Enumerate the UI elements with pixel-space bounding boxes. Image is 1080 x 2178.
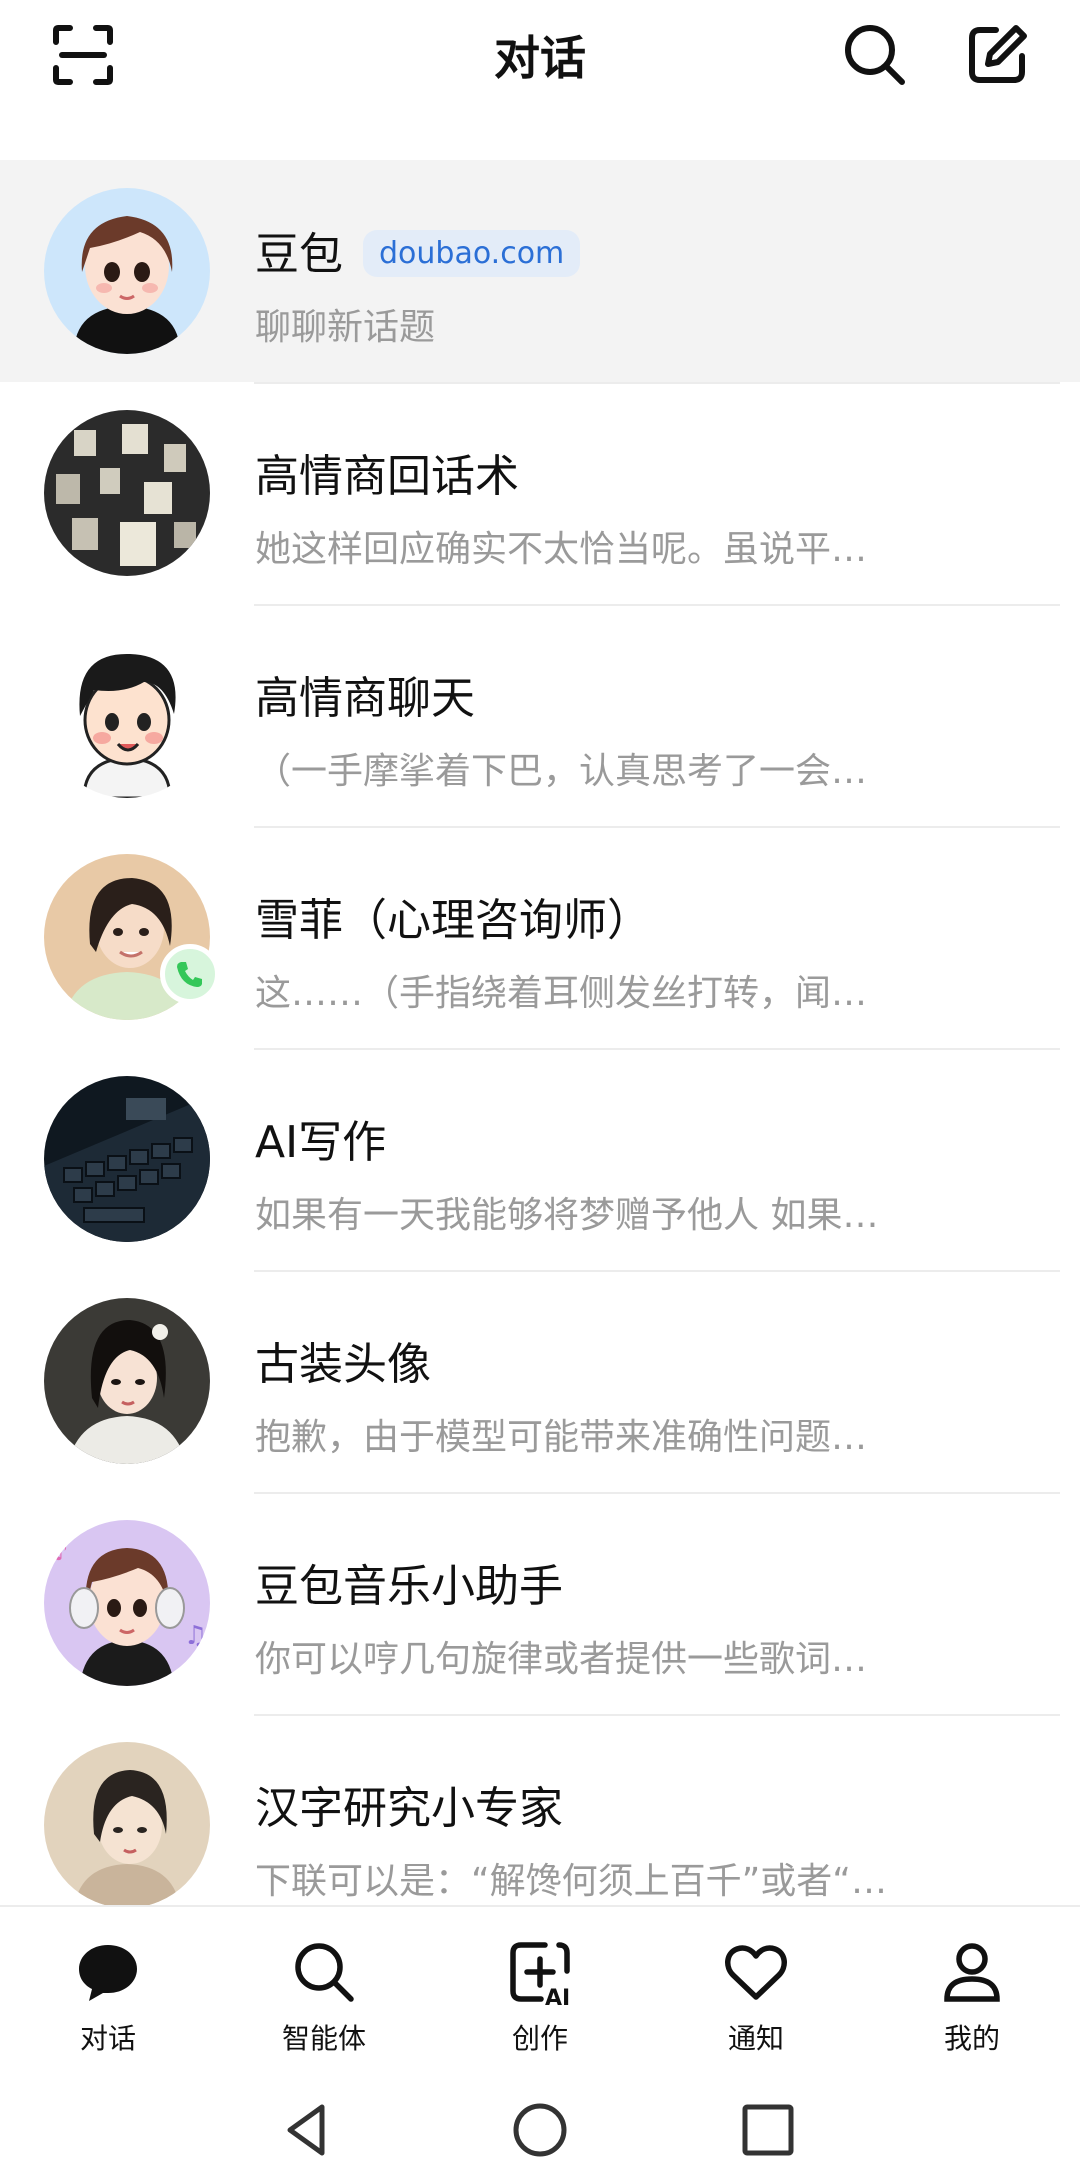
chat-name: 雪菲（心理咨询师） — [255, 895, 651, 946]
chat-list[interactable]: 豆包 doubao.com 聊聊新话题 高情商回话术 她这样回应确实不太恰当呢。虽… — [0, 160, 1080, 1905]
chat-preview: 这……（手指绕着耳侧发丝打转，闻… — [255, 973, 868, 1014]
chat-row[interactable]: ♫ ♪ 豆包音乐小助手 你可以哼几句旋律或者提供一些歌词… — [0, 1492, 1080, 1714]
voice-call-badge — [160, 944, 220, 1004]
chat-row[interactable]: AI写作 如果有一天我能够将梦赠予他人 如果… — [0, 1048, 1080, 1270]
system-nav-bar — [0, 2077, 1080, 2178]
nav-label: 智能体 — [281, 2022, 366, 2055]
nav-label: 对话 — [79, 2022, 136, 2055]
nav-tab-create[interactable]: AI 创作 — [460, 1937, 620, 2067]
chat-name-text: 豆包 — [255, 229, 343, 280]
divider — [254, 826, 1060, 828]
nav-label: 通知 — [727, 2022, 784, 2055]
chat-row-doubao[interactable]: 豆包 doubao.com 聊聊新话题 — [0, 160, 1080, 382]
chat-row[interactable]: 古装头像 抱歉，由于模型可能带来准确性问题… — [0, 1270, 1080, 1492]
divider — [254, 1048, 1060, 1050]
cartoon-boy-avatar — [44, 632, 210, 798]
nav-label: 创作 — [511, 2022, 568, 2055]
svg-text:♪: ♪ — [54, 1541, 68, 1566]
chat-name: 古装头像 — [255, 1339, 431, 1390]
chat-name: AI写作 — [255, 1117, 387, 1168]
ancient-costume-avatar — [44, 1298, 210, 1464]
divider — [254, 1270, 1060, 1272]
compose-icon[interactable] — [962, 20, 1032, 90]
doubao-girl-avatar — [44, 188, 210, 354]
painted-girl-avatar — [44, 1742, 210, 1905]
search-icon[interactable] — [840, 20, 910, 90]
lanterns-avatar — [44, 410, 210, 576]
page-title: 对话 — [494, 31, 586, 85]
chat-preview: 抱歉，由于模型可能带来准确性问题… — [255, 1417, 868, 1458]
chat-preview: 她这样回应确实不太恰当呢。虽说平… — [255, 529, 868, 570]
chat-name: 豆包 doubao.com — [255, 218, 581, 282]
profile-icon — [944, 1943, 1000, 2002]
chat-name: 高情商聊天 — [255, 673, 475, 724]
home-icon[interactable] — [505, 2095, 575, 2165]
nav-tab-notifications[interactable]: 通知 — [676, 1937, 836, 2067]
chat-row[interactable]: 高情商聊天 （一手摩挲着下巴，认真思考了一会… — [0, 604, 1080, 826]
chat-name: 豆包音乐小助手 — [255, 1561, 563, 1612]
search-icon — [295, 1943, 354, 2002]
chat-preview: 你可以哼几句旋律或者提供一些歌词… — [255, 1639, 868, 1680]
nav-tab-chats[interactable]: 对话 — [28, 1937, 188, 2067]
svg-text:AI: AI — [545, 1986, 570, 2007]
music-girl-avatar: ♫ ♪ — [44, 1520, 210, 1686]
chat-preview: 下联可以是：“解馋何须上百千”或者“… — [255, 1861, 887, 1902]
svg-text:♫: ♫ — [184, 1621, 207, 1651]
keyboard-avatar — [44, 1076, 210, 1242]
back-icon[interactable] — [272, 2095, 342, 2165]
chat-preview: 如果有一天我能够将梦赠予他人 如果… — [255, 1195, 879, 1236]
divider — [254, 1714, 1060, 1716]
domain-badge: doubao.com — [363, 230, 581, 277]
phone-icon — [177, 962, 202, 987]
nav-tab-agents[interactable]: 智能体 — [244, 1937, 404, 2067]
chat-row[interactable]: 高情商回话术 她这样回应确实不太恰当呢。虽说平… — [0, 382, 1080, 604]
chat-bubble-icon — [79, 1945, 137, 2001]
top-bar: 对话 — [0, 0, 1080, 160]
chat-row[interactable]: 汉字研究小专家 下联可以是：“解馋何须上百千”或者“… — [0, 1714, 1080, 1905]
divider — [254, 1492, 1060, 1494]
chat-name: 汉字研究小专家 — [255, 1783, 563, 1834]
chat-preview: 聊聊新话题 — [255, 307, 436, 348]
chat-row[interactable]: 雪菲（心理咨询师） 这……（手指绕着耳侧发丝打转，闻… — [0, 826, 1080, 1048]
heart-icon — [725, 1945, 787, 2000]
chat-name: 高情商回话术 — [255, 451, 519, 502]
create-ai-icon: AI — [510, 1942, 570, 2007]
nav-tab-profile[interactable]: 我的 — [892, 1937, 1052, 2067]
chat-preview: （一手摩挲着下巴，认真思考了一会… — [255, 751, 868, 792]
recents-icon[interactable] — [733, 2095, 803, 2165]
divider — [254, 382, 1060, 384]
nav-label: 我的 — [943, 2022, 1000, 2055]
divider — [254, 604, 1060, 606]
bottom-nav: 对话 智能体 AI 创作 通知 我的 — [0, 1905, 1080, 2077]
